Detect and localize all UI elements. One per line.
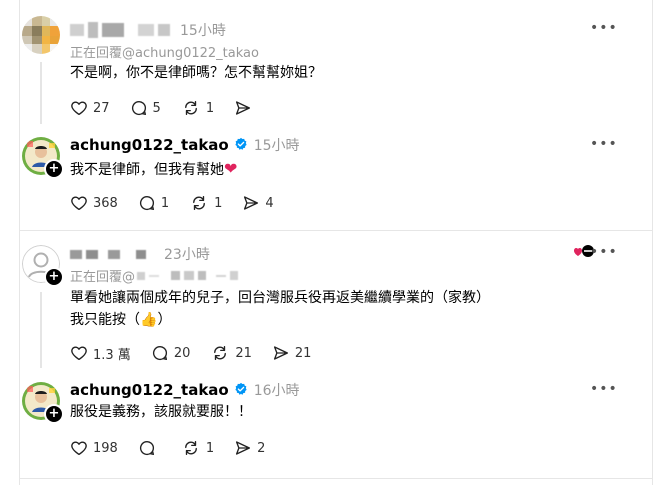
- heart-icon: [71, 101, 87, 116]
- comment-icon: [131, 100, 146, 116]
- post-timestamp[interactable]: 23小時: [164, 244, 210, 264]
- avatar-blurred-user-1[interactable]: [22, 16, 60, 54]
- comment-count: 1: [160, 195, 170, 211]
- like-count: 198: [93, 440, 118, 456]
- share-button[interactable]: [234, 99, 257, 117]
- comment-count: 20: [173, 345, 191, 361]
- like-button[interactable]: 1.3 萬: [70, 344, 131, 363]
- repost-count: 1: [205, 100, 215, 116]
- share-button[interactable]: 2: [234, 439, 265, 457]
- share-icon: [244, 196, 259, 210]
- username[interactable]: achung0122_takao: [70, 381, 229, 399]
- comment-icon: [139, 195, 154, 211]
- post-header: achung0122_takao 15小時: [70, 134, 300, 156]
- post-text: 我不是律師，但我有幫她❤: [70, 158, 237, 181]
- like-button[interactable]: 198: [70, 439, 118, 457]
- like-button[interactable]: 368: [70, 194, 118, 212]
- post-text-content: ）: [157, 312, 172, 328]
- like-button[interactable]: 27: [70, 99, 110, 117]
- comment-button[interactable]: 5: [130, 99, 161, 117]
- post-timestamp[interactable]: 15小時: [254, 135, 300, 155]
- thread-connector-line: [40, 62, 42, 124]
- post-actions: 27 5 1: [70, 98, 277, 118]
- pixelated-avatar: [22, 16, 60, 54]
- repost-button[interactable]: 1: [181, 439, 214, 457]
- post-header: 15小時: [70, 19, 226, 41]
- comment-icon: [139, 440, 154, 456]
- repost-icon: [193, 195, 206, 211]
- post-header: 23小時: [70, 243, 210, 265]
- feed-left-border: [19, 0, 20, 485]
- share-count: 2: [257, 440, 266, 456]
- more-options-icon[interactable]: •••: [590, 21, 617, 42]
- more-options-icon[interactable]: •••: [590, 137, 617, 158]
- thread-divider: [20, 230, 652, 231]
- follow-plus-icon[interactable]: +: [44, 159, 64, 179]
- comment-count: 5: [152, 100, 161, 116]
- share-count: 21: [294, 345, 312, 361]
- post-text-content: 我不是律師，但我有幫她: [70, 162, 224, 178]
- more-options-icon[interactable]: •••: [590, 382, 617, 403]
- repost-count: 21: [235, 345, 252, 361]
- thumbs-up-emoji: 👍: [140, 312, 158, 328]
- like-count: 1.3 萬: [93, 347, 131, 363]
- verified-badge-icon: [234, 381, 248, 400]
- post-text-line-1: 單看她讓兩個成年的兒子，回台灣服兵役再返美繼續學業的（家教）: [70, 290, 490, 306]
- comment-button[interactable]: 1: [138, 194, 169, 212]
- verified-badge-icon: [234, 136, 248, 155]
- follow-plus-icon[interactable]: +: [44, 267, 64, 287]
- repost-icon: [184, 100, 197, 116]
- thread-divider: [20, 478, 652, 479]
- repost-icon: [184, 440, 197, 456]
- repost-button[interactable]: 1: [181, 99, 214, 117]
- post-text-content: 我只能按（: [70, 312, 140, 328]
- post-header: achung0122_takao 16小時: [70, 379, 300, 401]
- heart-icon: [71, 441, 87, 456]
- repost-button[interactable]: 21: [210, 344, 252, 362]
- replying-to-text: 正在回覆@: [70, 270, 136, 285]
- post-actions: 198 1 2: [70, 438, 285, 458]
- share-icon: [236, 441, 251, 455]
- threads-reply-feed: 15小時 ••• 正在回覆@achung0122_takao 不是啊，你不是律師…: [0, 0, 670, 485]
- comment-button[interactable]: 20: [151, 344, 191, 362]
- post-actions: 1.3 萬 20 21 21: [70, 343, 331, 363]
- comment-button[interactable]: [138, 439, 161, 457]
- avatar-default-user[interactable]: +: [22, 245, 64, 287]
- more-options-icon[interactable]: •••: [590, 245, 617, 266]
- post-text: 不是啊，你不是律師嗎？怎不幫幫妳姐？: [70, 65, 322, 81]
- username[interactable]: achung0122_takao: [70, 136, 229, 154]
- heart-icon: [71, 346, 87, 361]
- repost-button[interactable]: 1: [189, 194, 222, 212]
- share-button[interactable]: 4: [242, 194, 274, 212]
- post-text: 服役是義務，該服就要服！！: [70, 404, 252, 420]
- replying-to-label[interactable]: 正在回覆@achung0122_takao: [70, 42, 259, 61]
- username-blurred[interactable]: [70, 22, 174, 38]
- share-count: 4: [265, 195, 274, 211]
- post-text-line-2: 我只能按（👍）: [70, 309, 171, 331]
- follow-plus-icon[interactable]: +: [44, 404, 64, 424]
- avatar-achung0122-takao[interactable]: +: [22, 382, 64, 424]
- repost-icon: [214, 345, 227, 361]
- share-icon: [273, 346, 288, 360]
- red-heart-emoji: ❤: [224, 159, 238, 178]
- avatar-achung0122-takao[interactable]: +: [22, 137, 64, 179]
- post-timestamp[interactable]: 15小時: [180, 20, 226, 40]
- feed-right-border: [652, 0, 653, 485]
- share-button[interactable]: 21: [272, 344, 312, 362]
- share-icon: [236, 101, 251, 115]
- username-blurred[interactable]: [70, 249, 150, 259]
- thread-connector-line: [40, 292, 42, 368]
- heart-icon: [71, 196, 87, 211]
- post-timestamp[interactable]: 16小時: [254, 380, 300, 400]
- repost-count: 1: [205, 440, 215, 456]
- replying-to-label[interactable]: 正在回覆@: [70, 266, 242, 285]
- comment-icon: [152, 345, 167, 361]
- like-count: 27: [93, 100, 110, 116]
- post-actions: 368 1 1 4: [70, 193, 294, 213]
- repost-count: 1: [214, 195, 223, 211]
- like-count: 368: [93, 195, 118, 211]
